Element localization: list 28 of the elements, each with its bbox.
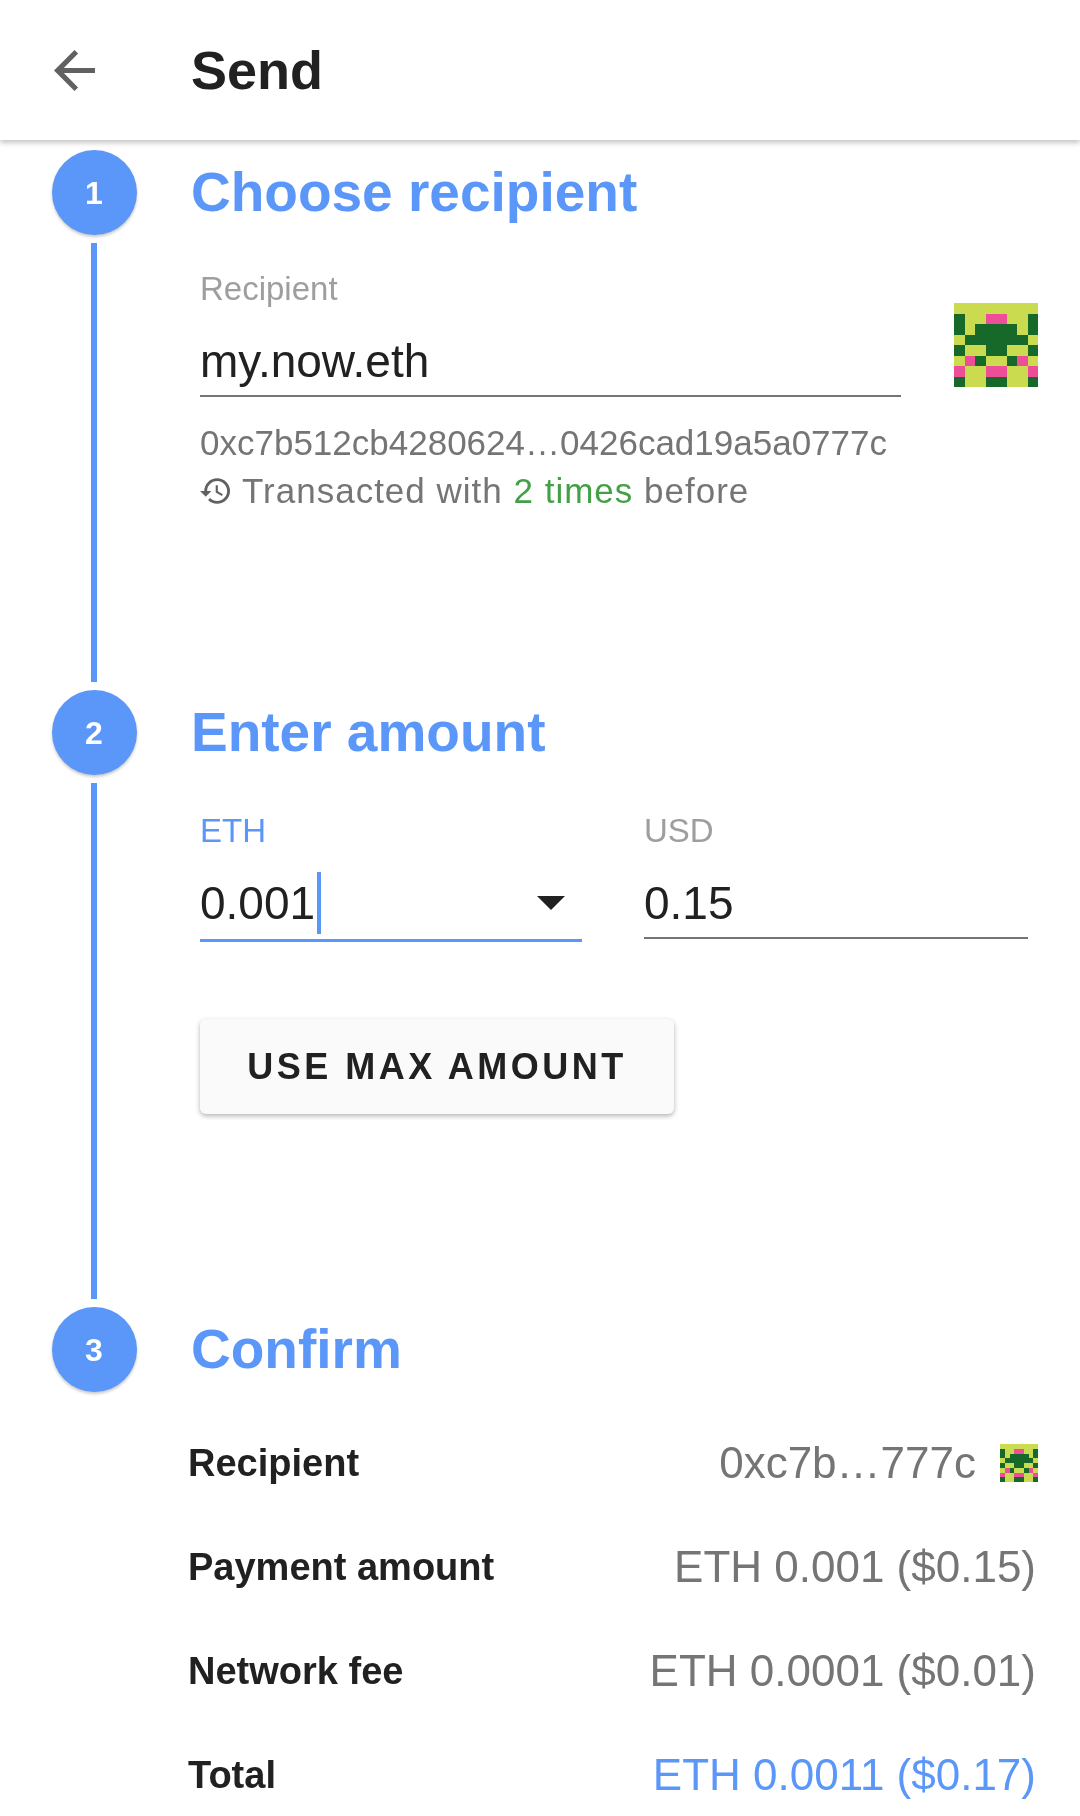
step-number: 2 [51, 690, 137, 775]
step-title: Confirm [191, 1317, 403, 1382]
amount-field[interactable]: ETH 0.001 [200, 811, 582, 942]
amount-field[interactable]: USD 0.15 [644, 811, 1028, 942]
wallet-address: 0xc7b512cb4280624…0426cad19a5a0777c [200, 422, 888, 464]
pixel-avatar-icon [1000, 1444, 1038, 1482]
use-max-amount-button[interactable]: USE MAX AMOUNT [200, 1019, 674, 1114]
summary-label: Recipient [188, 1441, 360, 1486]
history-icon [200, 478, 230, 504]
step-title: Choose recipient [191, 160, 639, 225]
page-title: Send [191, 43, 324, 97]
step-number: 3 [51, 1307, 137, 1392]
recipient-field[interactable]: Recipient my.now.eth [200, 269, 901, 397]
step-title: Enter amount [191, 700, 547, 765]
dropdown-caret-icon[interactable] [537, 896, 565, 910]
total-value: ETH 0.0011 ($0.17) [652, 1750, 1036, 1800]
summary-label: Total [188, 1753, 276, 1798]
back-arrow-icon [54, 49, 95, 91]
transaction-history-note: Transacted with 2 times before [242, 470, 750, 512]
back-button[interactable] [54, 49, 95, 91]
summary-value: ETH 0.0001 ($0.01) [649, 1646, 1036, 1696]
summary-value: ETH 0.001 ($0.15) [674, 1542, 1036, 1592]
summary-label: Payment amount [188, 1545, 495, 1590]
pixel-avatar-icon [954, 303, 1038, 387]
step-number: 1 [51, 150, 137, 235]
text-cursor-icon [317, 872, 322, 934]
summary-value: 0xc7b…777c [719, 1438, 976, 1488]
summary-label: Network fee [188, 1649, 404, 1694]
